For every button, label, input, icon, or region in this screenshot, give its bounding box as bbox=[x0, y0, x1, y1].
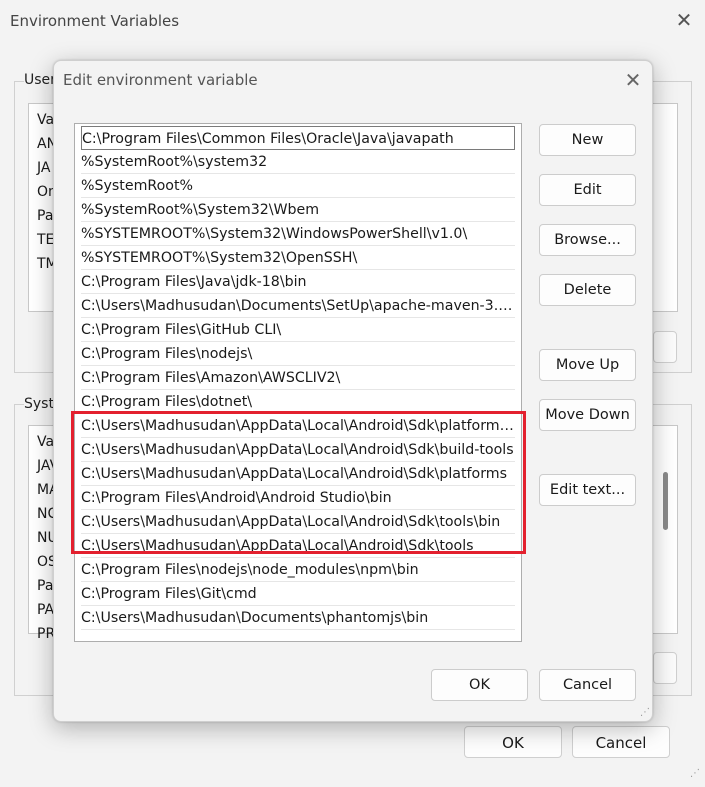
new-button[interactable]: New bbox=[539, 124, 636, 156]
dialog-title: Edit environment variable bbox=[63, 71, 258, 89]
path-list-item[interactable]: C:\Program Files\nodejs\node_modules\npm… bbox=[81, 558, 515, 582]
path-list-item[interactable]: C:\Program Files\Android\Android Studio\… bbox=[81, 486, 515, 510]
close-icon[interactable]: ✕ bbox=[672, 8, 696, 32]
outer-ok-button[interactable]: OK bbox=[464, 726, 562, 758]
move-up-button[interactable]: Move Up bbox=[539, 349, 636, 381]
path-list-item[interactable]: C:\Program Files\Java\jdk-18\bin bbox=[81, 270, 515, 294]
ok-button[interactable]: OK bbox=[431, 669, 528, 701]
path-list-item[interactable]: C:\Program Files\Common Files\Oracle\Jav… bbox=[81, 126, 515, 150]
path-list-item[interactable]: C:\Users\Madhusudan\AppData\Local\Androi… bbox=[81, 510, 515, 534]
close-icon[interactable]: ✕ bbox=[620, 67, 646, 93]
path-list-item[interactable]: C:\Users\Madhusudan\Documents\phantomjs\… bbox=[81, 606, 515, 630]
edit-button[interactable]: Edit bbox=[539, 174, 636, 206]
user-variable-button[interactable] bbox=[653, 331, 677, 363]
path-list-item[interactable]: C:\Users\Madhusudan\Documents\SetUp\apac… bbox=[81, 294, 515, 318]
path-list-item[interactable]: C:\Program Files\Git\cmd bbox=[81, 582, 515, 606]
outer-cancel-button[interactable]: Cancel bbox=[572, 726, 670, 758]
browse-button[interactable]: Browse... bbox=[539, 224, 636, 256]
delete-button[interactable]: Delete bbox=[539, 274, 636, 306]
edit-environment-variable-dialog: Edit environment variable ✕ C:\Program F… bbox=[53, 60, 653, 722]
scrollbar-thumb[interactable] bbox=[663, 472, 668, 530]
system-variable-button[interactable] bbox=[653, 652, 677, 684]
edit-text-button[interactable]: Edit text... bbox=[539, 474, 636, 506]
path-list[interactable]: C:\Program Files\Common Files\Oracle\Jav… bbox=[74, 123, 522, 642]
path-list-item[interactable]: %SystemRoot%\System32\Wbem bbox=[81, 198, 515, 222]
path-list-item[interactable]: C:\Program Files\nodejs\ bbox=[81, 342, 515, 366]
cancel-button[interactable]: Cancel bbox=[539, 669, 636, 701]
path-list-item[interactable]: %SYSTEMROOT%\System32\OpenSSH\ bbox=[81, 246, 515, 270]
path-list-item[interactable]: C:\Users\Madhusudan\AppData\Local\Androi… bbox=[81, 534, 515, 558]
path-list-item[interactable]: %SYSTEMROOT%\System32\WindowsPowerShell\… bbox=[81, 222, 515, 246]
path-list-item[interactable]: C:\Users\Madhusudan\AppData\Local\Androi… bbox=[81, 462, 515, 486]
path-list-item[interactable]: C:\Program Files\GitHub CLI\ bbox=[81, 318, 515, 342]
path-list-item[interactable]: C:\Program Files\Amazon\AWSCLIV2\ bbox=[81, 366, 515, 390]
resize-grip-icon[interactable]: ⋰ bbox=[640, 707, 652, 719]
path-list-item[interactable]: C:\Users\Madhusudan\AppData\Local\Androi… bbox=[81, 414, 515, 438]
move-down-button[interactable]: Move Down bbox=[539, 399, 636, 431]
window-title: Environment Variables bbox=[10, 12, 180, 30]
path-list-item[interactable]: %SystemRoot% bbox=[81, 174, 515, 198]
path-list-item[interactable]: C:\Users\Madhusudan\AppData\Local\Androi… bbox=[81, 438, 515, 462]
resize-grip-icon[interactable]: ⋰ bbox=[690, 768, 702, 780]
path-list-item[interactable]: C:\Program Files\dotnet\ bbox=[81, 390, 515, 414]
path-list-item[interactable]: %SystemRoot%\system32 bbox=[81, 150, 515, 174]
